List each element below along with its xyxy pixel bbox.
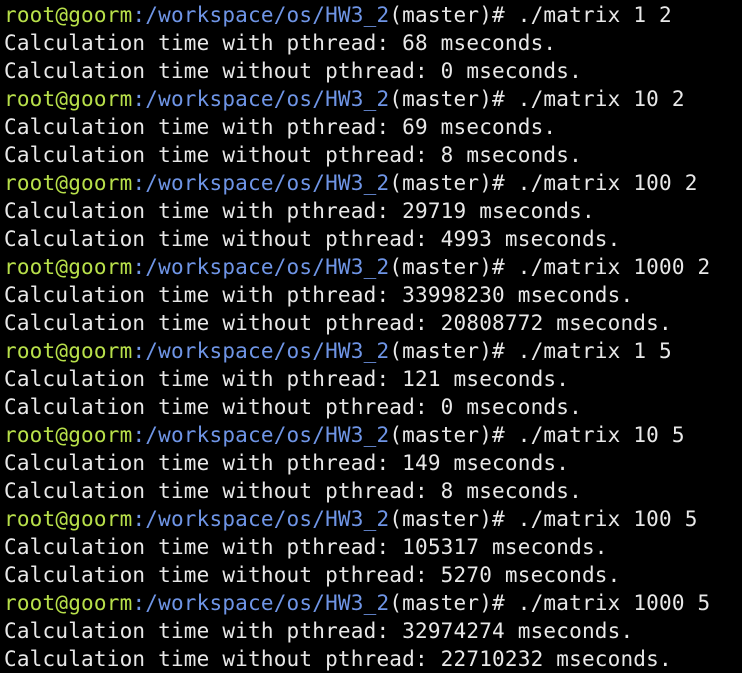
output-with-pthread: Calculation time with pthread: 68 msecon… — [4, 31, 557, 55]
prompt-branch: (master)# — [389, 423, 518, 447]
output-without-pthread: Calculation time without pthread: 0 msec… — [4, 395, 582, 419]
command-text: ./matrix 1000 2 — [517, 255, 711, 279]
prompt-branch: (master)# — [389, 255, 518, 279]
prompt-user-host: root@goorm — [4, 507, 133, 531]
prompt-line: root@goorm:/workspace/os/HW3_2(master)# … — [4, 253, 742, 281]
prompt-line: root@goorm:/workspace/os/HW3_2(master)# … — [4, 337, 742, 365]
terminal-window[interactable]: root@goorm:/workspace/os/HW3_2(master)# … — [0, 0, 742, 671]
output-without-pthread: Calculation time without pthread: 8 msec… — [4, 479, 582, 503]
command-text: ./matrix 1 2 — [517, 3, 672, 27]
prompt-user-host: root@goorm — [4, 423, 133, 447]
prompt-user-host: root@goorm — [4, 3, 133, 27]
output-with-pthread: Calculation time with pthread: 105317 ms… — [4, 535, 608, 559]
command-text: ./matrix 1 5 — [517, 339, 672, 363]
prompt-line: root@goorm:/workspace/os/HW3_2(master)# … — [4, 505, 742, 533]
output-with-pthread: Calculation time with pthread: 32974274 … — [4, 619, 634, 643]
command-text: ./matrix 1000 5 — [517, 591, 711, 615]
output-without-pthread: Calculation time without pthread: 8 msec… — [4, 143, 582, 167]
prompt-line: root@goorm:/workspace/os/HW3_2(master)# … — [4, 1, 742, 29]
prompt-path: :/workspace/os/HW3_2 — [132, 423, 390, 447]
output-with-pthread: Calculation time with pthread: 121 mseco… — [4, 367, 570, 391]
output-without-pthread: Calculation time without pthread: 227102… — [4, 647, 672, 671]
prompt-branch: (master)# — [389, 507, 518, 531]
command-text: ./matrix 100 5 — [517, 507, 698, 531]
output-without-pthread: Calculation time without pthread: 5270 m… — [4, 563, 621, 587]
prompt-branch: (master)# — [389, 3, 518, 27]
prompt-user-host: root@goorm — [4, 171, 133, 195]
prompt-branch: (master)# — [389, 591, 518, 615]
output-with-pthread: Calculation time with pthread: 69 msecon… — [4, 115, 557, 139]
prompt-path: :/workspace/os/HW3_2 — [132, 87, 390, 111]
command-text: ./matrix 100 2 — [517, 171, 698, 195]
command-text: ./matrix 10 2 — [517, 87, 685, 111]
prompt-path: :/workspace/os/HW3_2 — [132, 3, 390, 27]
prompt-branch: (master)# — [389, 87, 518, 111]
output-without-pthread: Calculation time without pthread: 4993 m… — [4, 227, 621, 251]
command-text: ./matrix 10 5 — [517, 423, 685, 447]
prompt-line: root@goorm:/workspace/os/HW3_2(master)# … — [4, 85, 742, 113]
prompt-user-host: root@goorm — [4, 591, 133, 615]
output-with-pthread: Calculation time with pthread: 33998230 … — [4, 283, 634, 307]
prompt-line: root@goorm:/workspace/os/HW3_2(master)# … — [4, 589, 742, 617]
output-without-pthread: Calculation time without pthread: 208087… — [4, 311, 672, 335]
prompt-user-host: root@goorm — [4, 87, 133, 111]
output-with-pthread: Calculation time with pthread: 29719 mse… — [4, 199, 595, 223]
prompt-branch: (master)# — [389, 339, 518, 363]
prompt-branch: (master)# — [389, 171, 518, 195]
prompt-path: :/workspace/os/HW3_2 — [132, 171, 390, 195]
output-without-pthread: Calculation time without pthread: 0 msec… — [4, 59, 582, 83]
prompt-line: root@goorm:/workspace/os/HW3_2(master)# … — [4, 169, 742, 197]
prompt-path: :/workspace/os/HW3_2 — [132, 339, 390, 363]
output-with-pthread: Calculation time with pthread: 149 mseco… — [4, 451, 570, 475]
prompt-path: :/workspace/os/HW3_2 — [132, 507, 390, 531]
prompt-user-host: root@goorm — [4, 339, 133, 363]
prompt-path: :/workspace/os/HW3_2 — [132, 591, 390, 615]
prompt-path: :/workspace/os/HW3_2 — [132, 255, 390, 279]
prompt-line: root@goorm:/workspace/os/HW3_2(master)# … — [4, 421, 742, 449]
prompt-user-host: root@goorm — [4, 255, 133, 279]
